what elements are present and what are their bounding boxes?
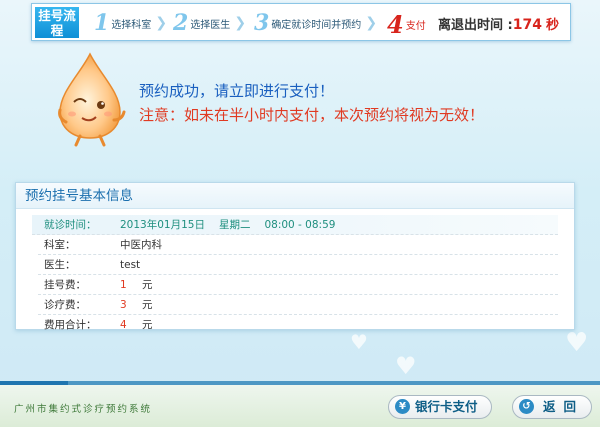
doctor-value: test xyxy=(120,259,141,271)
table-row: 科室： 中医内科 xyxy=(38,235,558,255)
appointment-info-panel: 预约挂号基本信息 就诊时间： 2013年01月15日 星期二 08:00 - 08:… xyxy=(15,182,575,331)
back-button-label: 返回 xyxy=(543,399,585,414)
step-4-active: 4 支付 xyxy=(387,10,426,39)
step-1: 1 选择科室 ❯ xyxy=(94,10,168,36)
success-message: 预约成功，请立即进行支付！ xyxy=(139,82,335,100)
diag-fee-value: 3 xyxy=(120,299,127,311)
countdown: 离退出时间 :174 秒 xyxy=(438,14,559,33)
visit-slot: 08:00 - 08:59 xyxy=(264,219,336,231)
chevron-right-icon: ❯ xyxy=(155,15,168,31)
dept-value: 中医内科 xyxy=(120,239,162,251)
system-name: 广州市集约式诊疗预约系统 xyxy=(14,404,153,415)
total-value: 4 xyxy=(120,319,127,331)
heart-decoration-icon: ♥ xyxy=(395,352,417,380)
chevron-right-icon: ❯ xyxy=(365,15,378,31)
countdown-unit: 秒 xyxy=(545,18,559,33)
info-table: 就诊时间： 2013年01月15日 星期二 08:00 - 08:59 科室： 中医… xyxy=(16,209,574,335)
reg-fee-value: 1 xyxy=(120,279,127,291)
total-label: 费用合计： xyxy=(44,319,97,331)
currency-unit: 元 xyxy=(142,279,153,291)
table-row: 诊疗费： 3 元 xyxy=(38,295,558,315)
doctor-label: 医生： xyxy=(44,259,76,271)
process-label: 挂号流程 xyxy=(35,7,79,38)
countdown-seconds: 174 xyxy=(512,17,542,33)
table-row: 就诊时间： 2013年01月15日 星期二 08:00 - 08:59 xyxy=(32,215,558,235)
water-drop-mascot-icon xyxy=(58,52,126,147)
currency-unit: 元 xyxy=(142,299,153,311)
warning-message: 注意：如未在半小时内支付，本次预约将视为无效！ xyxy=(139,106,485,124)
yen-icon: ¥ xyxy=(395,399,410,414)
dept-label: 科室： xyxy=(44,239,76,251)
step-bar: 挂号流程 1 选择科室 ❯ 2 选择医生 ❯ 3 确定就诊时间并预约 ❯ 4 支付 离退出时间… xyxy=(31,3,571,41)
table-row: 挂号费： 1 元 xyxy=(38,275,558,295)
step-2: 2 选择医生 ❯ xyxy=(173,10,247,36)
diag-fee-label: 诊疗费： xyxy=(44,299,86,311)
visit-time-label: 就诊时间： xyxy=(44,219,97,231)
countdown-label: 离退出时间 : xyxy=(438,18,513,33)
visit-weekday: 星期二 xyxy=(218,219,251,231)
back-icon: ↺ xyxy=(519,399,534,414)
panel-title: 预约挂号基本信息 xyxy=(16,183,574,209)
reg-fee-label: 挂号费： xyxy=(44,279,86,291)
footer: 广州市集约式诊疗预约系统 ¥ 银行卡支付 ↺ 返回 xyxy=(0,385,600,427)
bank-card-pay-button[interactable]: ¥ 银行卡支付 xyxy=(388,395,492,419)
chevron-right-icon: ❯ xyxy=(234,15,247,31)
pay-button-label: 银行卡支付 xyxy=(415,399,478,414)
table-row: 医生： test xyxy=(38,255,558,275)
visit-date: 2013年01月15日 xyxy=(120,219,205,231)
step-3: 3 确定就诊时间并预约 ❯ xyxy=(254,10,378,36)
back-button[interactable]: ↺ 返回 xyxy=(512,395,592,419)
currency-unit: 元 xyxy=(142,319,153,331)
table-row: 费用合计： 4 元 xyxy=(38,315,558,335)
